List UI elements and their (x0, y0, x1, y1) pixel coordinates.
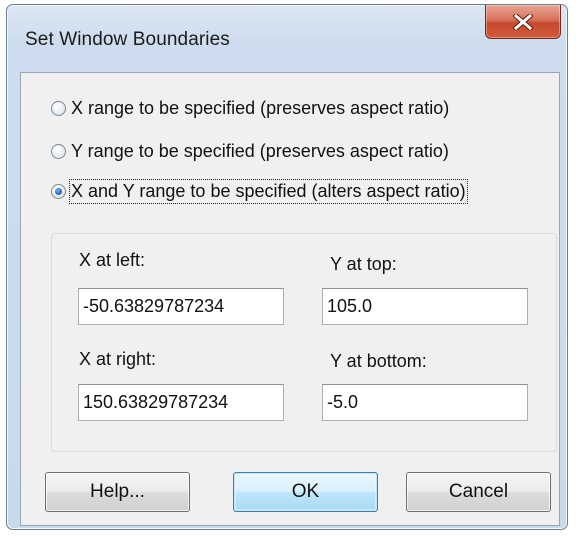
x-right-input[interactable] (78, 384, 284, 421)
close-button[interactable] (485, 5, 561, 39)
y-top-label: Y at top: (330, 254, 397, 274)
help-button[interactable]: Help... (45, 472, 190, 512)
y-top-input[interactable] (322, 288, 528, 325)
radio-option-x-range[interactable]: X range to be specified (preserves aspec… (51, 95, 449, 121)
x-right-label: X at right: (79, 349, 157, 369)
radio-button-icon[interactable] (51, 143, 66, 159)
radio-option-label: Y range to be specified (preserves aspec… (71, 140, 449, 161)
boundaries-panel: X at left: Y at top: X at right: Y at bo… (51, 233, 557, 452)
x-left-input[interactable] (78, 288, 284, 325)
ok-button[interactable]: OK (233, 472, 378, 512)
x-left-label: X at left: (79, 250, 146, 270)
cancel-button[interactable]: Cancel (406, 472, 551, 512)
window-title: Set Window Boundaries (25, 29, 230, 50)
radio-option-y-range[interactable]: Y range to be specified (preserves aspec… (51, 138, 449, 164)
radio-option-xy-range[interactable]: X and Y range to be specified (alters as… (51, 178, 468, 204)
radio-option-label: X and Y range to be specified (alters as… (69, 178, 468, 204)
radio-button-selected-icon[interactable] (51, 183, 66, 199)
dialog-client-area: X range to be specified (preserves aspec… (20, 72, 560, 526)
radio-button-icon[interactable] (51, 100, 66, 116)
close-icon (513, 14, 533, 30)
radio-option-label: X range to be specified (preserves aspec… (71, 97, 450, 118)
y-bottom-input[interactable] (322, 384, 528, 421)
y-bottom-label: Y at bottom: (330, 351, 427, 371)
dialog-window: Set Window Boundaries X range to be spec… (6, 4, 568, 530)
